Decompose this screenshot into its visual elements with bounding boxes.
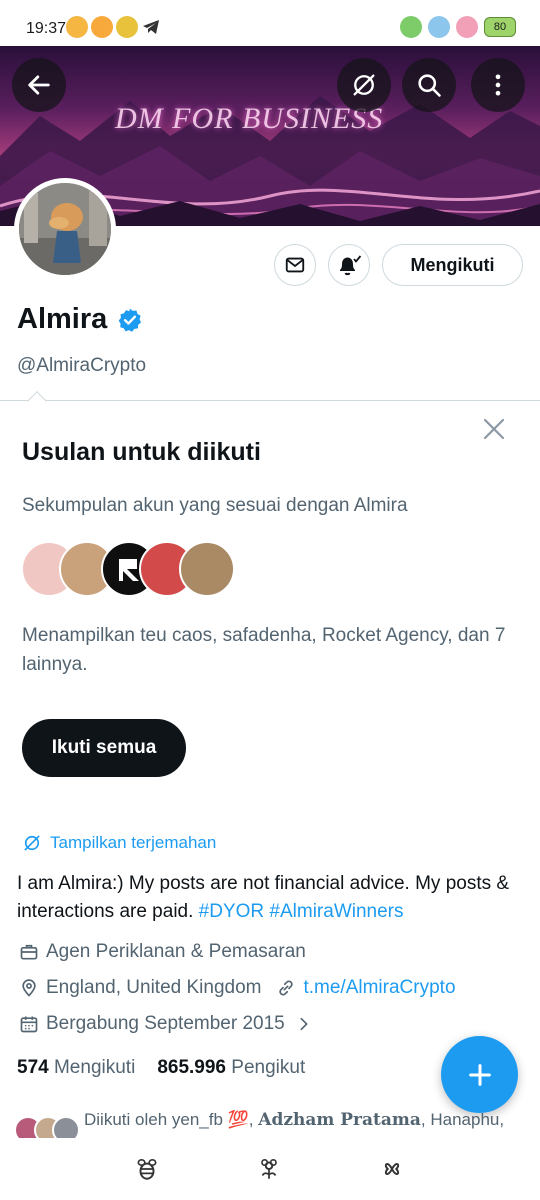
battery-indicator: 80 (484, 17, 516, 37)
plus-icon (468, 1063, 491, 1086)
avatar-illustration (19, 183, 111, 275)
profile-avatar[interactable] (14, 178, 116, 280)
followed-by-suffix: , Hanaphu, (420, 1110, 505, 1129)
arrow-left-icon (28, 75, 50, 95)
followed-by-prefix: Diikuti oleh yen_fb 💯, (84, 1110, 254, 1129)
nav-clover-icon[interactable] (377, 1154, 407, 1184)
profile-location-row: England, United Kingdom t.me/AlmiraCrypt… (18, 977, 456, 999)
link-icon (275, 977, 297, 999)
close-icon (483, 418, 505, 440)
more-vertical-icon (495, 74, 501, 96)
follow-stats: 574 Mengikuti 865.996 Pengikut (17, 1057, 305, 1079)
status-bar: 19:37 80 (0, 0, 540, 46)
briefcase-icon (18, 941, 40, 963)
notification-emoji-icon (91, 16, 113, 38)
notification-emoji-icon (66, 16, 88, 38)
suggested-avatar (179, 541, 235, 597)
search-button[interactable] (402, 58, 456, 112)
suggested-follows-card: Usulan untuk diikuti Sekumpulan akun yan… (0, 391, 540, 800)
notification-emoji-icon (116, 16, 138, 38)
bell-check-icon (340, 255, 362, 276)
followers-count-link[interactable]: 865.996 Pengikut (157, 1057, 305, 1079)
calendar-icon (18, 1013, 40, 1035)
avatar-photo (19, 183, 111, 275)
follow-all-button[interactable]: Ikuti semua (22, 719, 186, 777)
suggested-avatars[interactable] (21, 541, 235, 597)
nav-flower-icon[interactable] (254, 1154, 284, 1184)
message-button[interactable] (274, 244, 316, 286)
followed-by-name: Adzham Pratama (258, 1110, 421, 1130)
profile-joined-row[interactable]: Bergabung September 2015 (18, 1013, 321, 1035)
card-pointer (27, 391, 47, 411)
verified-badge-icon[interactable] (117, 307, 143, 333)
more-options-button[interactable] (471, 58, 525, 112)
profile-website-link[interactable]: t.me/AlmiraCrypto (303, 977, 455, 999)
followers-count: 865.996 (157, 1057, 226, 1078)
translate-button[interactable] (337, 58, 391, 112)
notification-icons (66, 16, 161, 38)
compose-post-button[interactable] (441, 1036, 518, 1113)
clover-icon (400, 16, 422, 38)
profile-bio: I am Almira:) My posts are not financial… (17, 870, 532, 926)
profile-category: Agen Periklanan & Pemasaran (18, 941, 306, 963)
location-pin-icon (18, 977, 40, 999)
following-button[interactable]: Mengikuti (382, 244, 523, 286)
profile-name: Almira (17, 303, 108, 335)
chevron-right-icon (293, 1013, 315, 1035)
following-count: 574 (17, 1057, 49, 1078)
followed-by-row[interactable]: Diikuti oleh yen_fb 💯, Adzham Pratama, H… (14, 1110, 540, 1138)
system-icons: 80 (400, 16, 516, 38)
followed-by-text: Diikuti oleh yen_fb 💯, Adzham Pratama, H… (84, 1110, 504, 1130)
banner-caption: DM FOR BUSINESS (115, 102, 384, 135)
show-translation-label: Tampilkan terjemahan (50, 833, 217, 852)
location-text: England, United Kingdom (46, 977, 262, 998)
back-button[interactable] (12, 58, 66, 112)
translate-icon (24, 835, 40, 851)
suggestions-description: Menampilkan teu caos, safadenha, Rocket … (22, 625, 506, 675)
follower-avatar (52, 1116, 80, 1138)
mail-icon (285, 257, 305, 273)
joined-text: Bergabung September 2015 (46, 1013, 285, 1034)
status-time: 19:37 (26, 20, 67, 37)
followed-by-avatars (14, 1116, 80, 1138)
nav-bee-icon[interactable] (132, 1154, 162, 1184)
hashtag-link[interactable]: #DYOR (199, 901, 264, 922)
butterfly-icon (428, 16, 450, 38)
following-count-link[interactable]: 574 Mengikuti (17, 1057, 135, 1079)
search-icon (418, 74, 441, 97)
notifications-button[interactable] (328, 244, 370, 286)
profile-handle: @AlmiraCrypto (17, 355, 147, 376)
suggestions-title: Usulan untuk diikuti (22, 438, 261, 466)
bio-text: I am Almira:) My posts are not financial… (17, 873, 510, 922)
dismiss-suggestions-button[interactable] (482, 417, 506, 446)
telegram-icon (143, 20, 159, 34)
followers-label: Pengikut (231, 1057, 306, 1078)
category-text: Agen Periklanan & Pemasaran (46, 941, 306, 962)
profile-name-row: Almira (17, 303, 143, 336)
following-label: Mengikuti (53, 1057, 136, 1078)
suggestions-subtitle: Sekumpulan akun yang sesuai dengan Almir… (22, 495, 408, 516)
grok-icon (353, 74, 375, 96)
bottom-navigation (0, 1138, 540, 1200)
wifi-emoji-icon (456, 16, 478, 38)
show-translation-link[interactable]: Tampilkan terjemahan (22, 833, 216, 853)
hashtag-link[interactable]: #AlmiraWinners (269, 901, 403, 922)
